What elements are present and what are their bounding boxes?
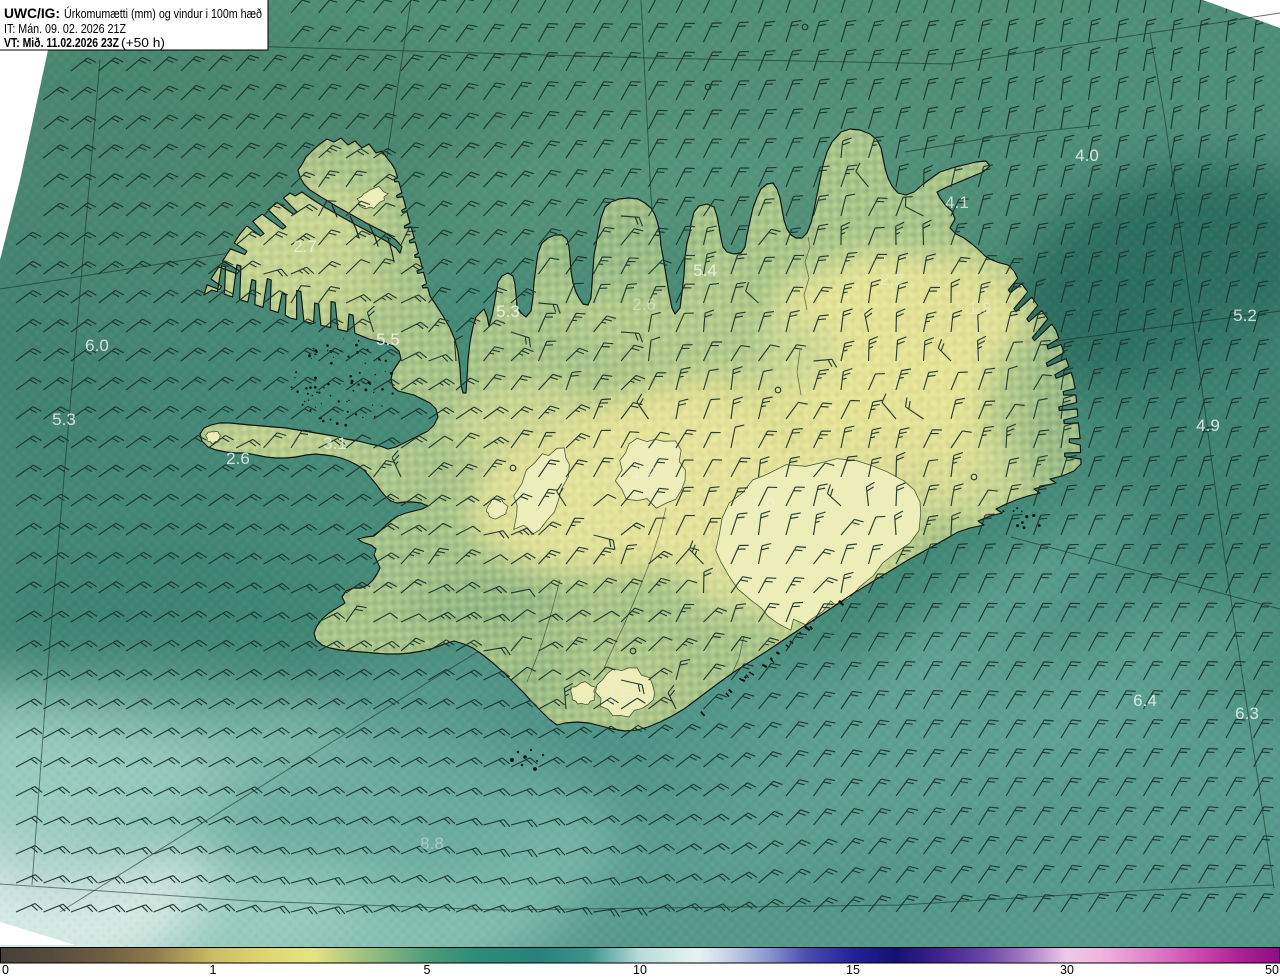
svg-text:5.4: 5.4 [693, 261, 717, 280]
svg-text:Úrkomumætti (mm) og vindur i 1: Úrkomumætti (mm) og vindur i 100m hæð [64, 6, 262, 21]
svg-text:4.0: 4.0 [1075, 146, 1099, 165]
svg-text:2.6: 2.6 [226, 449, 250, 468]
svg-text:2.2: 2.2 [880, 270, 904, 289]
svg-text:1.0: 1.0 [751, 495, 775, 514]
svg-text:5.5: 5.5 [376, 330, 400, 349]
svg-text:1.8: 1.8 [968, 299, 992, 318]
svg-text:IT: Mán. 09. 02. 2026 21Z: IT: Mán. 09. 02. 2026 21Z [4, 22, 126, 36]
svg-text:5: 5 [424, 963, 431, 977]
svg-text:2.6: 2.6 [632, 295, 656, 314]
svg-text:6.4: 6.4 [1133, 691, 1157, 710]
svg-text:4.1: 4.1 [945, 193, 969, 212]
svg-text:6.3: 6.3 [1235, 704, 1259, 723]
svg-text:1.2: 1.2 [632, 463, 656, 482]
svg-text:10: 10 [633, 963, 647, 977]
svg-text:8.8: 8.8 [420, 834, 444, 853]
svg-text:5.3: 5.3 [496, 302, 520, 321]
svg-text:1.6: 1.6 [607, 687, 631, 706]
svg-text:0: 0 [2, 963, 9, 977]
svg-text:3.1: 3.1 [323, 434, 347, 453]
svg-text:5.2: 5.2 [1233, 306, 1257, 325]
svg-text:50: 50 [1265, 963, 1279, 977]
svg-text:2.7: 2.7 [293, 237, 317, 256]
svg-text:1: 1 [210, 963, 217, 977]
svg-text:15: 15 [846, 963, 860, 977]
svg-text:5.3: 5.3 [52, 410, 76, 429]
svg-text:(+50 h): (+50 h) [121, 36, 165, 50]
svg-text:4.9: 4.9 [1196, 416, 1220, 435]
svg-text:6.0: 6.0 [85, 336, 109, 355]
svg-text:UWC/IG:: UWC/IG: [4, 5, 60, 21]
svg-text:VT: Mið. 11.02.2026 23Z: VT: Mið. 11.02.2026 23Z [4, 36, 119, 50]
svg-text:30: 30 [1060, 963, 1074, 977]
